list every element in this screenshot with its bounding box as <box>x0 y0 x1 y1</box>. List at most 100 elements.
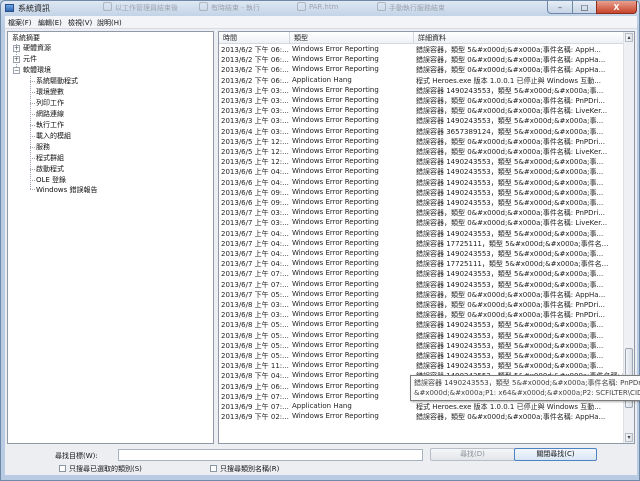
close-button[interactable]: X <box>596 1 637 14</box>
menu-file[interactable]: 檔案(F) <box>8 18 32 28</box>
row-type: Windows Error Reporting <box>292 167 379 176</box>
row-type: Windows Error Reporting <box>292 310 379 319</box>
row-type: Windows Error Reporting <box>292 106 379 115</box>
tree-connector <box>30 136 35 137</box>
ghost-icon <box>199 2 208 11</box>
client-area: 系統摘要 + 硬體資源 + 元件 − 軟體環境 系統驅動程式 環境變數 列印工作… <box>5 29 637 475</box>
row-type: Windows Error Reporting <box>292 55 379 64</box>
table-row[interactable]: 2013/6/9 下午 02:... Windows Error Reportin… <box>219 411 625 422</box>
tree-connector <box>30 103 35 104</box>
ghost-text: 手動執行服務結束 <box>389 4 445 12</box>
search-category-names-checkbox[interactable] <box>210 465 217 472</box>
row-type: Windows Error Reporting <box>292 300 379 308</box>
maximize-button[interactable]: □ <box>572 1 597 14</box>
row-type: Windows Error Reporting <box>292 381 379 390</box>
row-type: Windows Error Reporting <box>292 198 379 206</box>
expand-icon[interactable]: + <box>13 56 20 63</box>
row-type: Windows Error Reporting <box>292 157 379 166</box>
tree-connector <box>30 81 35 82</box>
tree-item-running-tasks[interactable]: 執行工作 <box>36 121 64 130</box>
row-type: Windows Error Reporting <box>292 371 379 380</box>
close-find-button[interactable]: 關閉尋找(C) <box>514 448 597 461</box>
scroll-down-arrow-icon[interactable]: ▾ <box>625 433 633 442</box>
column-header-details[interactable]: 詳細資料 <box>418 33 446 43</box>
tree-connector <box>30 158 35 159</box>
row-time: 2013/6/9 下午 02:... <box>221 413 289 422</box>
row-type: Windows Error Reporting <box>292 320 379 329</box>
ghost-text: PAR.htm <box>309 3 339 11</box>
tree-item-hardware-resources[interactable]: 硬體資源 <box>23 44 51 53</box>
tree-item-system-drivers[interactable]: 系統驅動程式 <box>36 77 78 86</box>
row-type: Windows Error Reporting <box>292 279 379 288</box>
tree-item-ole-registration[interactable]: OLE 登錄 <box>36 176 66 185</box>
minimize-button[interactable]: – <box>547 1 573 14</box>
tree-connector <box>30 169 35 170</box>
row-type: Windows Error Reporting <box>292 126 379 135</box>
tree-item-software-environment[interactable]: 軟體環境 <box>23 66 51 75</box>
row-type: Windows Error Reporting <box>292 136 379 145</box>
row-type: Windows Error Reporting <box>292 249 379 257</box>
system-information-window: 系統資訊 以工作管理員結束後 有時結束 - 執行 PAR.htm 手動執行服務結… <box>0 0 640 481</box>
category-tree[interactable]: 系統摘要 + 硬體資源 + 元件 − 軟體環境 系統驅動程式 環境變數 列印工作… <box>7 31 214 444</box>
scroll-up-arrow-icon[interactable]: ▴ <box>625 33 633 42</box>
find-input[interactable] <box>118 449 423 461</box>
find-panel: 尋找目標(W): 尋找(D) 關閉尋找(C) 只搜尋已選取的類別(S) 只搜尋類… <box>5 447 637 475</box>
tree-item-startup-programs[interactable]: 啟動程式 <box>36 165 64 174</box>
ghost-icon <box>377 2 386 11</box>
row-type: Windows Error Reporting <box>292 187 379 196</box>
column-divider[interactable] <box>289 32 290 43</box>
collapse-icon[interactable]: − <box>13 67 20 74</box>
tree-item-print-jobs[interactable]: 列印工作 <box>36 99 64 108</box>
tree-connector <box>30 147 35 148</box>
row-type: Windows Error Reporting <box>292 45 379 53</box>
search-category-names-label: 只搜尋類別名稱(R) <box>220 465 280 473</box>
tree-connector <box>30 189 35 190</box>
row-type: Windows Error Reporting <box>292 96 379 104</box>
row-type: Windows Error Reporting <box>292 330 379 339</box>
tree-item-network-connections[interactable]: 網路連線 <box>36 110 64 119</box>
column-header-time[interactable]: 時間 <box>223 33 237 43</box>
row-type: Windows Error Reporting <box>292 238 379 247</box>
row-type: Windows Error Reporting <box>292 85 379 94</box>
tree-item-environment-variables[interactable]: 環境變數 <box>36 88 64 97</box>
ghost-text: 以工作管理員結束後 <box>115 4 178 12</box>
tree-item-system-summary[interactable]: 系統摘要 <box>12 34 40 43</box>
row-type: Windows Error Reporting <box>292 269 379 278</box>
find-button[interactable]: 尋找(D) <box>430 448 515 461</box>
tooltip-line: 錯誤容器 1490243553，類型 5&#x000d;&#x000a;事件名稱… <box>414 379 640 387</box>
row-type: Application Hang <box>292 402 352 410</box>
tree-item-program-groups[interactable]: 程式群組 <box>36 154 64 163</box>
title-bar[interactable]: 系統資訊 以工作管理員結束後 有時結束 - 執行 PAR.htm 手動執行服務結… <box>1 1 639 15</box>
tree-item-loaded-modules[interactable]: 載入的模組 <box>36 132 71 141</box>
row-detail: 錯誤容器，類型 0&#x000d;&#x000a;事件名稱: AppHa... <box>416 413 606 422</box>
row-type: Windows Error Reporting <box>292 116 379 125</box>
row-type: Windows Error Reporting <box>292 65 379 74</box>
tree-connector <box>30 92 35 93</box>
expand-icon[interactable]: + <box>13 45 20 52</box>
menu-edit[interactable]: 編輯(E) <box>38 18 62 28</box>
window-title: 系統資訊 <box>18 4 50 13</box>
row-type: Application Hang <box>292 75 352 84</box>
row-type: Windows Error Reporting <box>292 361 379 370</box>
column-header-type[interactable]: 類型 <box>294 33 308 43</box>
row-type: Windows Error Reporting <box>292 208 379 217</box>
tree-connector <box>30 125 35 126</box>
tree-item-services[interactable]: 服務 <box>36 143 50 152</box>
row-type: Windows Error Reporting <box>292 218 379 227</box>
detail-tooltip: 錯誤容器 1490243553，類型 5&#x000d;&#x000a;事件名稱… <box>410 375 640 401</box>
search-selected-category-checkbox[interactable] <box>59 465 66 472</box>
background-taskbar-ghost: 以工作管理員結束後 有時結束 - 執行 PAR.htm 手動執行服務結束 <box>101 1 541 13</box>
system-info-app-icon <box>5 4 14 12</box>
column-divider[interactable] <box>413 32 414 43</box>
row-type: Windows Error Reporting <box>292 177 379 186</box>
menu-help[interactable]: 說明(H) <box>97 18 122 28</box>
menu-view[interactable]: 檢視(V) <box>68 18 92 28</box>
tree-item-components[interactable]: 元件 <box>23 55 37 64</box>
row-type: Windows Error Reporting <box>292 228 379 237</box>
find-label: 尋找目標(W): <box>55 452 98 460</box>
tree-connector <box>30 180 35 181</box>
row-type: Windows Error Reporting <box>292 289 379 298</box>
tree-item-windows-error-reporting[interactable]: Windows 錯誤報告 <box>36 186 97 195</box>
ghost-icon <box>297 2 306 11</box>
list-header: 時間 類型 詳細資料 <box>219 32 625 44</box>
